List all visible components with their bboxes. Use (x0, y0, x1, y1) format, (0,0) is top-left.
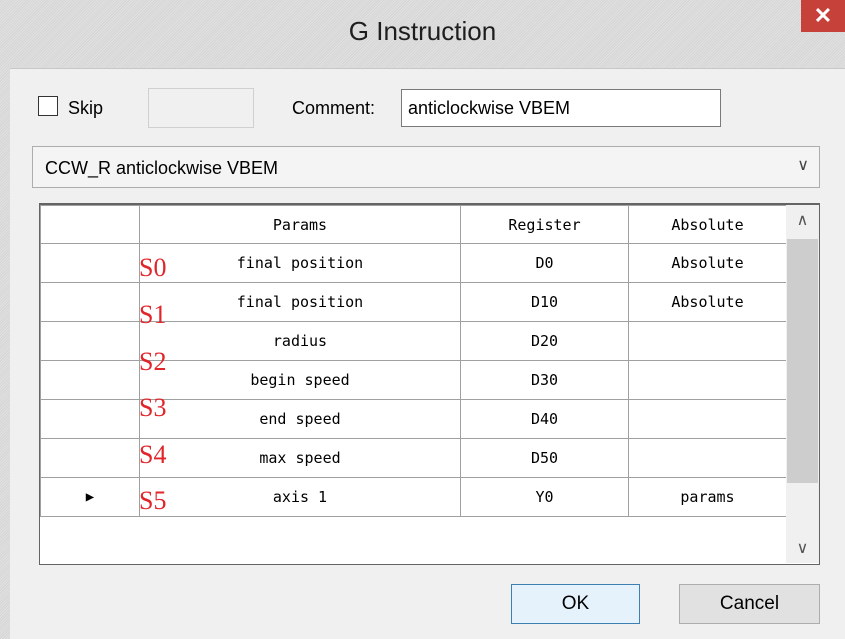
register-cell[interactable]: Y0 (460, 477, 629, 517)
skip-value-field (148, 88, 254, 128)
absolute-cell[interactable]: params (628, 477, 787, 517)
cancel-button[interactable]: Cancel (679, 584, 820, 624)
g-instruction-dialog: G Instruction ✕ Skip Comment: CCW_R anti… (0, 0, 845, 639)
dialog-title: G Instruction (348, 16, 497, 46)
register-cell[interactable]: D0 (460, 243, 629, 283)
row-header[interactable] (40, 360, 140, 400)
vertical-scrollbar[interactable]: ∧ ∨ (786, 205, 819, 563)
column-header-absolute[interactable]: Absolute (628, 205, 787, 244)
close-button[interactable]: ✕ (801, 0, 845, 32)
comment-label: Comment: (292, 98, 376, 118)
params-cell[interactable]: final position (139, 282, 461, 322)
params-cell[interactable]: axis 1 (139, 477, 461, 517)
close-icon: ✕ (813, 3, 833, 28)
params-cell[interactable]: begin speed (139, 360, 461, 400)
row-header[interactable] (40, 282, 140, 322)
row-header[interactable] (40, 243, 140, 283)
skip-label: Skip (68, 98, 104, 118)
column-header-register[interactable]: Register (460, 205, 629, 244)
annotation-s0: S0 (139, 253, 167, 282)
params-cell[interactable]: max speed (139, 438, 461, 478)
column-header-params[interactable]: Params (139, 205, 461, 244)
current-row-indicator[interactable]: ▶ (40, 477, 140, 517)
row-header[interactable] (40, 438, 140, 478)
ok-button[interactable]: OK (511, 584, 640, 624)
scrollbar-thumb[interactable] (787, 239, 818, 483)
comment-input[interactable] (401, 89, 721, 127)
params-cell[interactable]: radius (139, 321, 461, 361)
absolute-cell[interactable]: Absolute (628, 243, 787, 283)
annotation-s4: S4 (139, 440, 167, 469)
instruction-select[interactable]: CCW_R anticlockwise VBEM ∨ (32, 146, 820, 188)
absolute-cell[interactable] (628, 360, 787, 400)
register-cell[interactable]: D10 (460, 282, 629, 322)
title-bar[interactable]: G Instruction ✕ (0, 0, 845, 69)
register-cell[interactable]: D30 (460, 360, 629, 400)
chevron-down-icon: ∨ (797, 157, 809, 174)
register-cell[interactable]: D50 (460, 438, 629, 478)
absolute-cell[interactable] (628, 438, 787, 478)
scroll-up-icon[interactable]: ∧ (786, 205, 819, 235)
row-header-corner (40, 205, 140, 244)
params-cell[interactable]: end speed (139, 399, 461, 439)
register-cell[interactable]: D40 (460, 399, 629, 439)
annotation-s3: S3 (139, 393, 167, 422)
skip-checkbox[interactable] (38, 96, 58, 116)
row-header[interactable] (40, 399, 140, 439)
absolute-cell[interactable]: Absolute (628, 282, 787, 322)
absolute-cell[interactable] (628, 399, 787, 439)
annotation-s2: S2 (139, 347, 167, 376)
row-header[interactable] (40, 321, 140, 361)
register-cell[interactable]: D20 (460, 321, 629, 361)
table-header-row: Params Register Absolute (40, 205, 787, 244)
annotation-s5: S5 (139, 486, 167, 515)
instruction-select-value: CCW_R anticlockwise VBEM (45, 158, 279, 178)
params-cell[interactable]: final position (139, 243, 461, 283)
annotation-s1: S1 (139, 300, 167, 329)
absolute-cell[interactable] (628, 321, 787, 361)
window-border (0, 68, 10, 639)
scroll-down-icon[interactable]: ∨ (786, 533, 819, 563)
